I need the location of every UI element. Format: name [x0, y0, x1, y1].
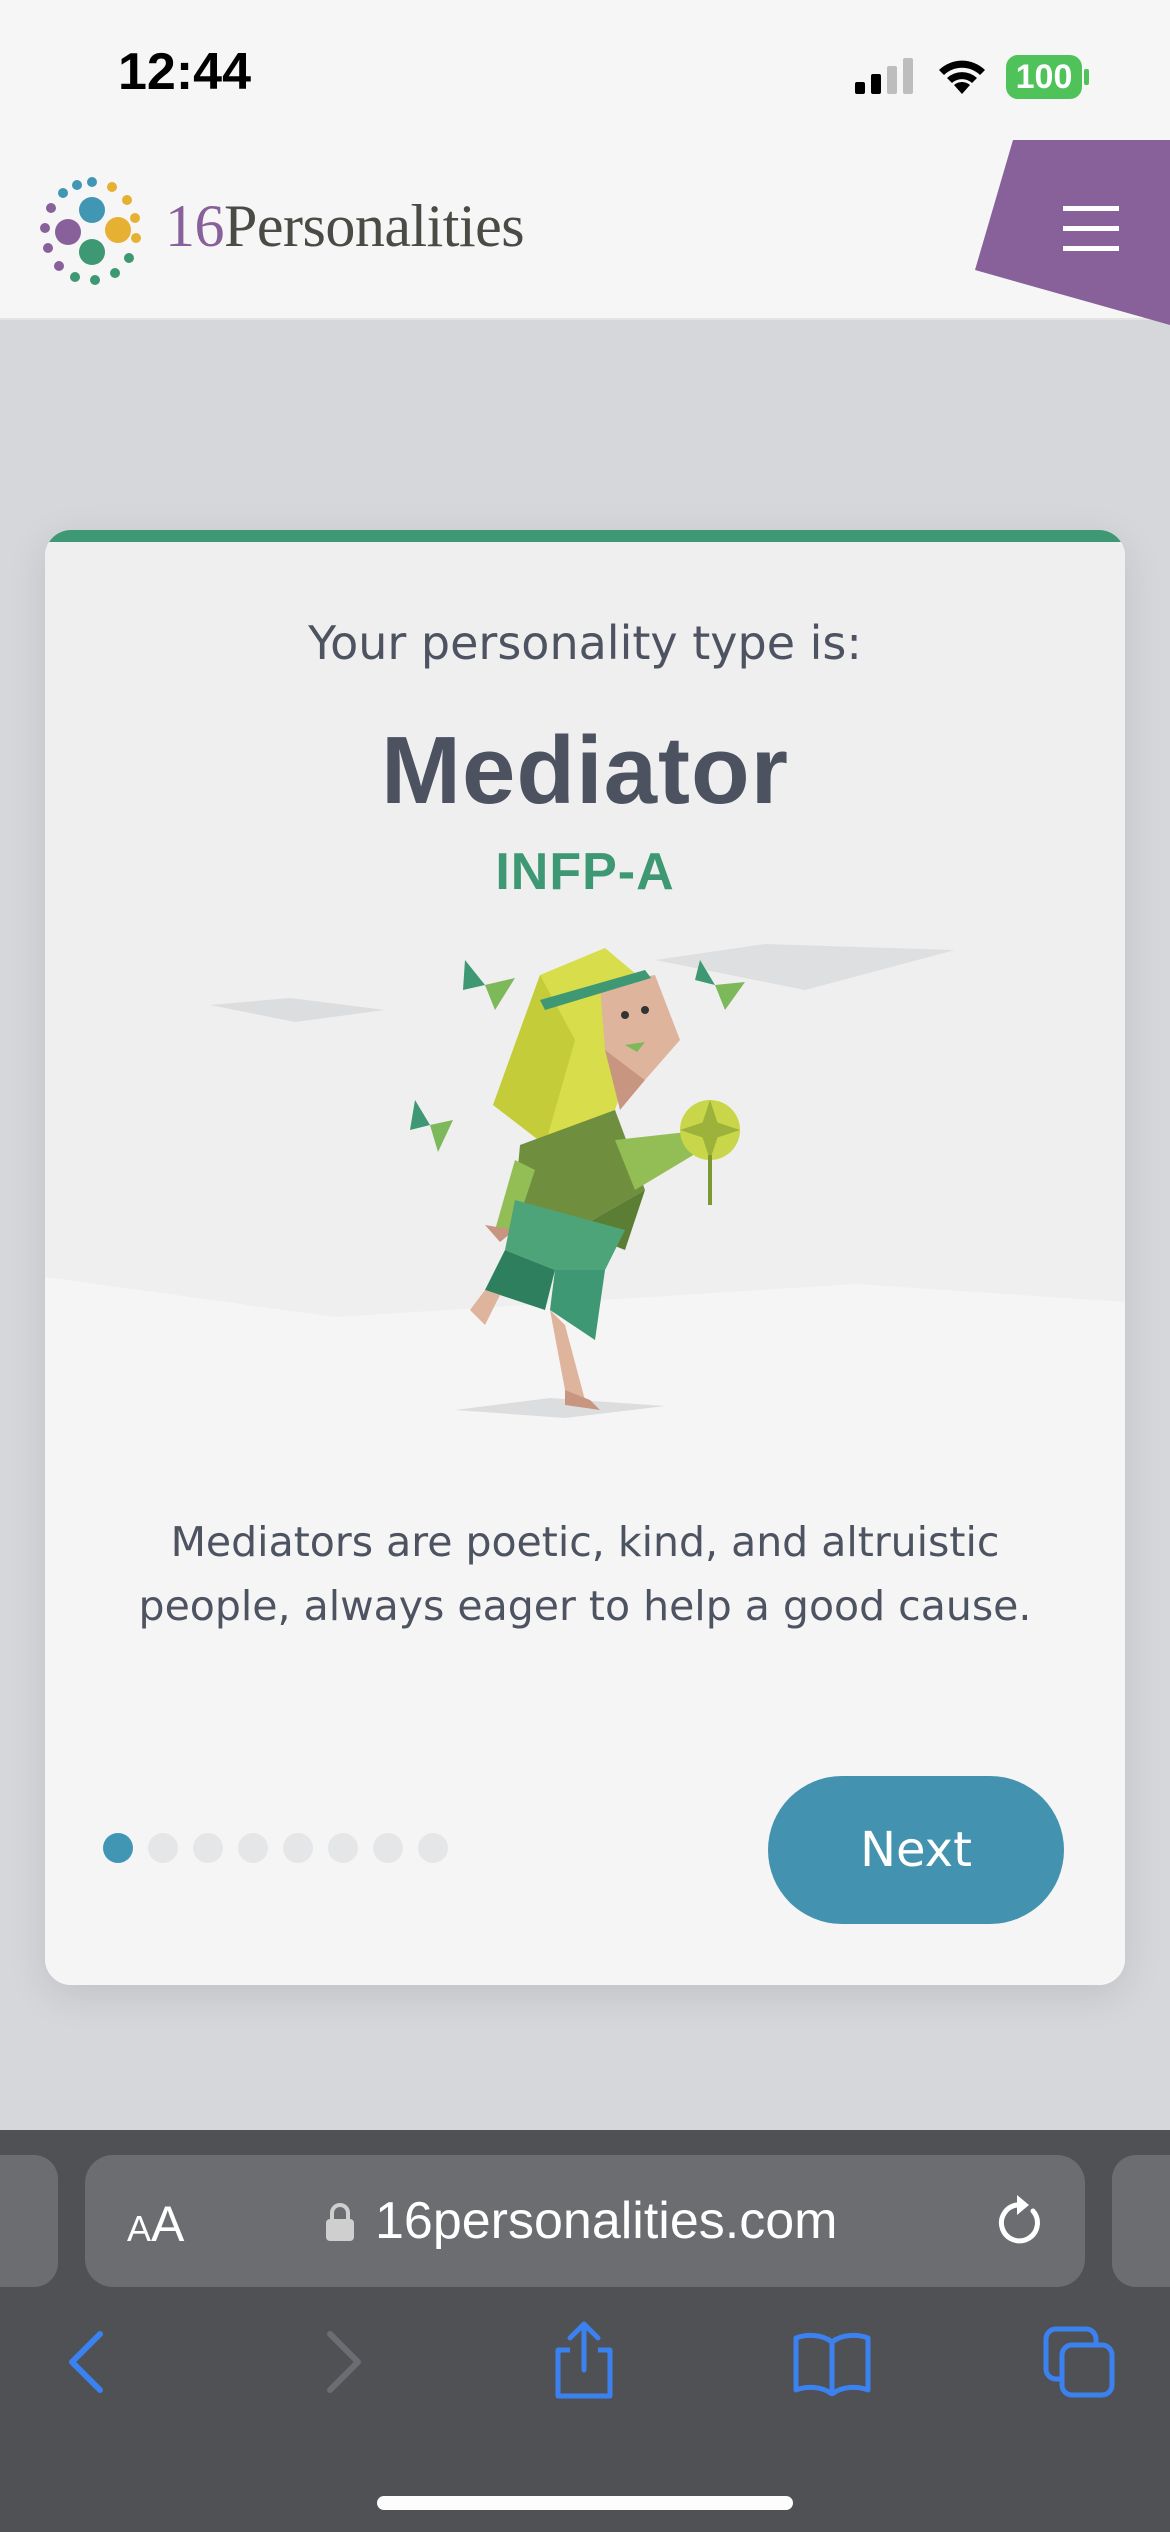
text-size-button[interactable]: AA — [127, 2195, 184, 2253]
forward-icon[interactable] — [318, 2330, 368, 2394]
bookmarks-icon[interactable] — [792, 2330, 872, 2396]
home-indicator[interactable] — [377, 2496, 793, 2510]
logo-number: 16 — [165, 193, 225, 259]
result-intro: Your personality type is: — [308, 616, 862, 670]
card-accent-bar — [45, 530, 1125, 542]
status-bar: 12:44 100 — [0, 0, 1170, 150]
hamburger-menu-icon[interactable] — [1063, 206, 1119, 252]
pagination-dot — [283, 1833, 313, 1863]
status-time: 12:44 — [118, 43, 251, 101]
pagination-dot — [148, 1833, 178, 1863]
personality-type-name: Mediator — [380, 717, 790, 824]
tabs-icon[interactable] — [1042, 2325, 1116, 2399]
battery-level: 100 — [1015, 58, 1073, 96]
share-icon[interactable] — [550, 2320, 618, 2400]
logo-icon[interactable] — [32, 170, 152, 294]
lock-icon — [326, 2203, 354, 2241]
next-tab-peek[interactable] — [1112, 2155, 1170, 2287]
pagination-dot — [193, 1833, 223, 1863]
pagination-dot-active — [103, 1833, 133, 1863]
url-text: 16personalities.com — [375, 2192, 838, 2250]
next-button[interactable]: Next — [768, 1776, 1064, 1924]
signal-icon — [855, 58, 913, 94]
pagination-dot — [373, 1833, 403, 1863]
pagination-dot — [328, 1833, 358, 1863]
mediator-illustration — [210, 944, 955, 1418]
address-bar[interactable]: AA 16personalities.com — [85, 2155, 1085, 2287]
logo-wordmark[interactable]: 16Personalities — [165, 192, 525, 261]
pagination-dots — [103, 1833, 448, 1867]
pagination-dot — [238, 1833, 268, 1863]
pagination-dot — [418, 1833, 448, 1863]
back-icon[interactable] — [62, 2330, 112, 2394]
result-card: Your personality type is: Mediator INFP-… — [45, 530, 1125, 1985]
type-description: Mediators are poetic, kind, and altruist… — [138, 1518, 1032, 1630]
previous-tab-peek[interactable] — [0, 2155, 58, 2287]
logo-word: Personalities — [224, 193, 525, 259]
personality-type-code: INFP-A — [495, 843, 675, 901]
reload-icon[interactable] — [995, 2195, 1045, 2247]
wifi-icon — [939, 60, 985, 94]
